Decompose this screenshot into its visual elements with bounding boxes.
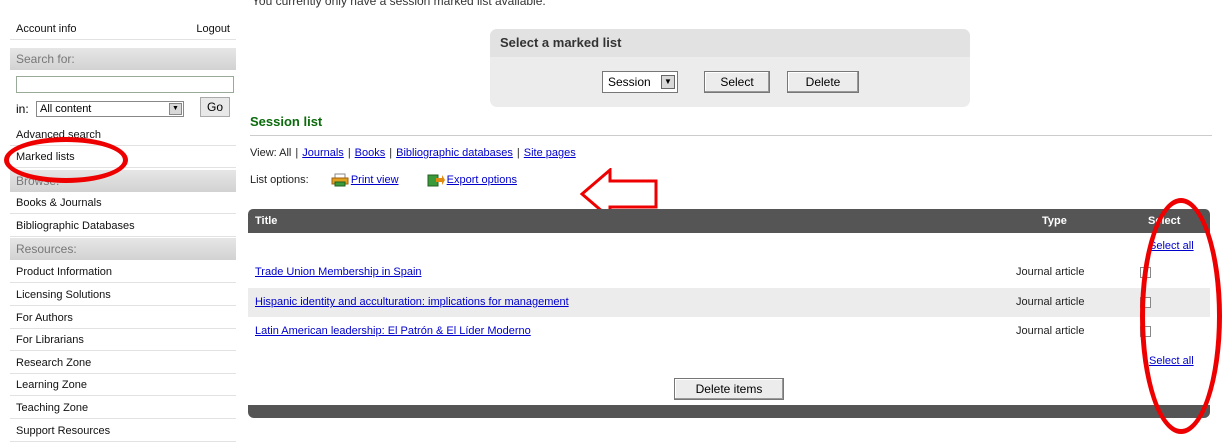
view-site-pages-link[interactable]: Site pages [524,147,576,159]
sidebar-item-for-librarians[interactable]: For Librarians [10,329,236,351]
delete-button[interactable]: Delete [787,71,859,93]
scope-value: All content [40,103,92,115]
table-header: Title Type Select [248,209,1210,233]
print-view-link[interactable]: Print view [351,174,399,186]
row-type: Journal article [1016,266,1085,278]
chevron-down-icon[interactable]: ▼ [169,103,182,115]
account-info-link[interactable]: Account info [16,23,77,35]
view-filter-row: View: All | Journals | Books | Bibliographic d… [250,147,576,159]
search-heading: Search for: [10,48,236,70]
table-footer [248,405,1210,418]
sidebar-item-support-resources[interactable]: Support Resources [10,420,236,442]
list-options-label: List options: [250,173,309,186]
marked-list-title: Select a marked list [490,29,970,57]
sidebar-item-licensing-solutions[interactable]: Licensing Solutions [10,284,236,306]
sidebar-item-teaching-zone[interactable]: Teaching Zone [10,397,236,419]
row-title-link[interactable]: Latin American leadership: El Patrón & E… [255,317,531,346]
table-row: Hispanic identity and acculturation: imp… [248,288,1210,317]
table-row: Trade Union Membership in Spain Journal … [248,258,1210,287]
select-button[interactable]: Select [704,71,770,93]
delete-items-button[interactable]: Delete items [674,378,784,400]
view-journals-link[interactable]: Journals [302,147,344,159]
sidebar-item-bibliographic-databases[interactable]: Bibliographic Databases [10,215,236,237]
printer-icon [331,173,349,187]
scope-select[interactable]: All content ▼ [36,101,184,117]
annotation-ellipse-marked-lists [4,137,128,183]
row-type: Journal article [1016,325,1085,337]
logout-link[interactable]: Logout [196,18,230,40]
sidebar-item-books-journals[interactable]: Books & Journals [10,192,236,214]
view-label: View: All [250,147,292,159]
column-type: Type [1042,215,1067,227]
row-title-link[interactable]: Trade Union Membership in Spain [255,258,422,287]
divider [250,135,1212,136]
view-bibliographic-databases-link[interactable]: Bibliographic databases [396,147,513,159]
row-type: Journal article [1016,296,1085,308]
export-options-link[interactable]: Export options [447,174,517,186]
sidebar: Account info Logout Search for: in: All … [10,0,236,442]
chevron-down-icon[interactable]: ▼ [661,75,675,89]
column-title: Title [255,215,278,227]
go-button[interactable]: Go [200,97,230,117]
annotation-ellipse-select-column [1140,198,1222,434]
table-row: Latin American leadership: El Patrón & E… [248,317,1210,346]
view-books-link[interactable]: Books [355,147,386,159]
sidebar-item-research-zone[interactable]: Research Zone [10,352,236,374]
sidebar-item-product-information[interactable]: Product Information [10,261,236,283]
intro-text: You currently only have a session marked… [252,0,546,8]
scope-label: in: [16,102,29,116]
marked-list-panel: Select a marked list Session ▼ Select De… [490,29,970,107]
sidebar-item-learning-zone[interactable]: Learning Zone [10,374,236,396]
marked-list-select[interactable]: Session ▼ [602,71,678,93]
session-list-title: Session list [250,114,323,129]
row-title-link[interactable]: Hispanic identity and acculturation: imp… [255,288,569,317]
export-icon [427,174,445,187]
marked-list-selected: Session [608,75,651,89]
account-row: Account info Logout [10,18,236,40]
sidebar-item-for-authors[interactable]: For Authors [10,307,236,329]
search-input[interactable] [16,76,234,93]
resources-heading: Resources: [10,238,236,260]
list-options-row: List options: Print view Export options [250,173,517,187]
